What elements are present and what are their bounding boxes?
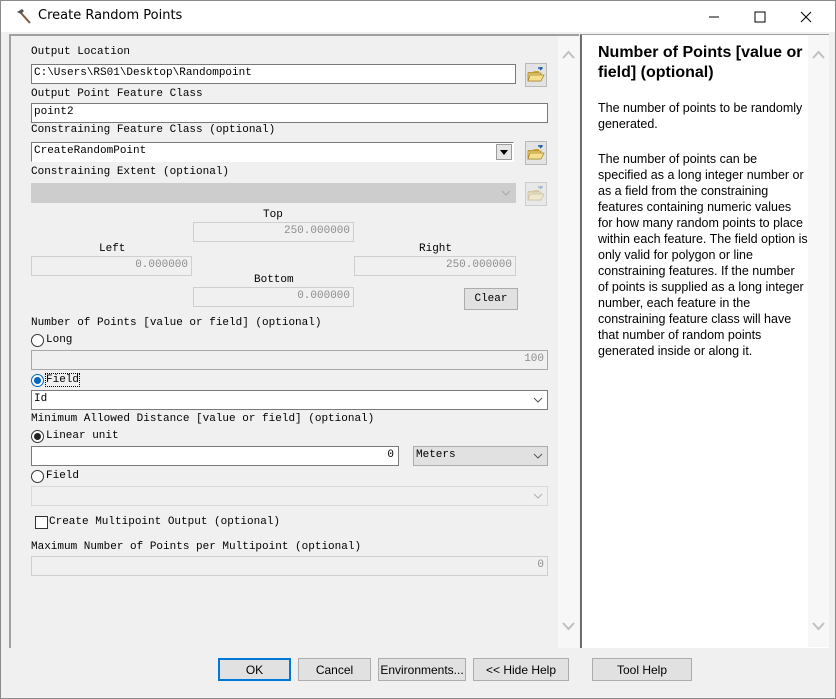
dropdown-arrow-icon (500, 149, 508, 155)
browse-extent-button[interactable] (525, 182, 547, 206)
constraining-feature-class-combo[interactable]: CreateRandomPoint (31, 142, 514, 162)
output-feature-class-input[interactable]: point2 (31, 103, 548, 123)
max-points-per-multipoint-label: Maximum Number of Points per Multipoint … (31, 541, 362, 553)
constraining-feature-class-dropdown-button[interactable] (496, 144, 512, 160)
close-button[interactable] (783, 1, 829, 32)
extent-right-input[interactable]: 250.000000 (354, 256, 516, 276)
maximize-icon (754, 11, 766, 22)
distance-unit-value: Meters (416, 449, 456, 461)
open-folder-icon (527, 67, 545, 82)
extent-left-label: Left (99, 243, 126, 255)
output-location-label: Output Location (31, 46, 131, 58)
scroll-down-icon[interactable] (812, 621, 825, 631)
number-of-points-field-select[interactable]: Id (31, 390, 548, 410)
create-random-points-dialog: Create Random Points Output Location C:\… (0, 0, 836, 699)
chevron-down-icon (533, 397, 543, 403)
extent-top-input[interactable]: 250.000000 (193, 222, 354, 242)
ok-button[interactable]: OK (218, 658, 291, 681)
hide-help-button[interactable]: << Hide Help (473, 658, 569, 681)
distance-unit-select[interactable]: Meters (413, 446, 548, 466)
minimum-distance-field-radio[interactable] (31, 470, 44, 483)
constraining-extent-label: Constraining Extent (optional) (31, 166, 230, 178)
browse-output-location-button[interactable] (525, 63, 547, 87)
output-feature-class-label: Output Point Feature Class (31, 88, 203, 100)
scroll-up-icon[interactable] (812, 50, 825, 60)
number-of-points-field-label[interactable]: Field (44, 373, 81, 387)
close-icon (800, 11, 812, 22)
minimum-distance-label: Minimum Allowed Distance [value or field… (31, 413, 375, 425)
cancel-button[interactable]: Cancel (298, 658, 371, 681)
extent-right-label: Right (419, 243, 453, 255)
title-bar: Create Random Points (1, 1, 835, 32)
extent-bottom-input[interactable]: 0.000000 (193, 287, 354, 307)
create-multipoint-label[interactable]: Create Multipoint Output (optional) (49, 516, 280, 528)
minimum-distance-linear-radio[interactable] (31, 430, 44, 443)
number-of-points-long-radio[interactable] (31, 334, 44, 347)
chevron-down-icon (533, 493, 543, 499)
maximize-button[interactable] (737, 1, 783, 32)
help-scrollbar[interactable] (808, 35, 829, 647)
max-points-per-multipoint-input[interactable]: 0 (31, 556, 548, 576)
chevron-down-icon (501, 190, 511, 196)
minimize-icon (709, 16, 719, 17)
constraining-feature-class-label: Constraining Feature Class (optional) (31, 124, 276, 136)
open-folder-icon (527, 186, 545, 201)
extent-left-input[interactable]: 0.000000 (31, 256, 192, 276)
number-of-points-long-input[interactable]: 100 (31, 350, 548, 370)
clear-extent-button[interactable]: Clear (464, 288, 518, 310)
help-title: Number of Points [value or field] (optio… (598, 44, 803, 81)
minimum-distance-value-input[interactable]: 0 (31, 446, 399, 466)
chevron-down-icon (533, 453, 543, 459)
minimum-distance-field-label[interactable]: Field (46, 470, 79, 482)
minimum-distance-field-select[interactable] (31, 486, 548, 506)
output-location-input[interactable]: C:\Users\RS01\Desktop\Randompoint (31, 64, 516, 84)
constraining-extent-combo[interactable] (31, 183, 516, 203)
extent-bottom-label: Bottom (254, 274, 294, 286)
minimize-button[interactable] (691, 1, 737, 32)
scroll-down-icon[interactable] (562, 621, 575, 631)
tool-help-button[interactable]: Tool Help (592, 658, 692, 681)
number-of-points-field-radio[interactable] (31, 374, 44, 387)
browse-constraining-feature-class-button[interactable] (525, 141, 547, 165)
constraining-feature-class-value: CreateRandomPoint (34, 145, 147, 157)
create-multipoint-checkbox[interactable] (35, 516, 48, 529)
minimum-distance-linear-label[interactable]: Linear unit (46, 430, 119, 442)
parameters-pane: Output Location C:\Users\RS01\Desktop\Ra… (9, 34, 579, 648)
extent-top-label: Top (263, 209, 283, 221)
window-title: Create Random Points (38, 8, 183, 23)
scroll-up-icon[interactable] (562, 50, 575, 60)
number-of-points-label: Number of Points [value or field] (optio… (31, 317, 322, 329)
number-of-points-long-label[interactable]: Long (46, 334, 72, 346)
help-paragraph: The number of points can be specified as… (598, 152, 808, 358)
parameters-scrollbar[interactable] (558, 36, 579, 648)
hammer-icon (15, 8, 33, 26)
environments-button[interactable]: Environments... (378, 658, 466, 681)
help-paragraph: The number of points to be randomly gene… (598, 101, 803, 131)
help-pane: Number of Points [value or field] (optio… (580, 34, 829, 648)
number-of-points-field-value: Id (34, 393, 48, 405)
open-folder-icon (527, 145, 545, 160)
